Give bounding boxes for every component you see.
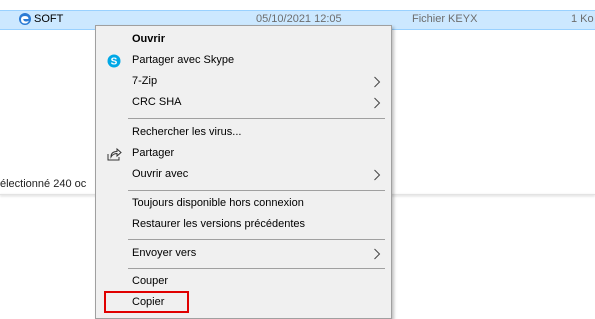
menu-item-always-available-offline[interactable]: Toujours disponible hors connexion: [97, 193, 390, 215]
chevron-right-icon: [373, 248, 381, 260]
menu-item-label: Restaurer les versions précédentes: [132, 218, 306, 230]
menu-item-label: Rechercher les virus...: [132, 126, 242, 138]
menu-item-restore-previous-versions[interactable]: Restaurer les versions précédentes: [97, 214, 390, 236]
menu-item-share-skype[interactable]: S Partager avec Skype: [97, 50, 390, 72]
copy-highlight-box: [104, 291, 189, 313]
menu-item-send-to[interactable]: Envoyer vers: [97, 243, 390, 265]
menu-item-share[interactable]: Partager: [97, 143, 390, 165]
menu-item-label: Partager avec Skype: [132, 54, 235, 66]
menu-separator: [128, 239, 385, 240]
menu-separator: [128, 118, 385, 119]
menu-item-label: CRC SHA: [132, 96, 182, 108]
menu-item-label: Toujours disponible hors connexion: [132, 197, 304, 209]
menu-item-open-with[interactable]: Ouvrir avec: [97, 164, 390, 186]
context-menu: Ouvrir S Partager avec Skype 7-Zip CRC S…: [95, 25, 392, 319]
file-size: 1 Ko: [571, 13, 594, 25]
chevron-right-icon: [373, 76, 381, 88]
svg-text:S: S: [111, 57, 118, 68]
file-name: SOFT: [34, 13, 64, 25]
skype-icon: S: [106, 53, 122, 69]
chevron-right-icon: [373, 169, 381, 181]
menu-separator: [128, 268, 385, 269]
file-date: 05/10/2021 12:05: [256, 13, 342, 25]
menu-item-label: Couper: [132, 275, 169, 287]
edge-file-icon: [18, 12, 32, 26]
menu-item-open[interactable]: Ouvrir: [97, 29, 390, 51]
chevron-right-icon: [373, 97, 381, 109]
menu-item-label: Ouvrir avec: [132, 168, 189, 180]
menu-item-cut[interactable]: Couper: [97, 271, 390, 293]
menu-item-crc-sha[interactable]: CRC SHA: [97, 92, 390, 114]
menu-item-7zip[interactable]: 7-Zip: [97, 71, 390, 93]
menu-item-label: 7-Zip: [132, 75, 158, 87]
menu-item-label: Partager: [132, 147, 175, 159]
file-type: Fichier KEYX: [412, 13, 478, 25]
menu-separator: [128, 190, 385, 191]
share-icon: [106, 146, 122, 162]
status-bar-text: électionné 240 oc: [0, 178, 87, 190]
menu-item-label: Ouvrir: [132, 33, 166, 45]
menu-item-scan-virus[interactable]: Rechercher les virus...: [97, 122, 390, 144]
menu-item-label: Envoyer vers: [132, 247, 197, 259]
